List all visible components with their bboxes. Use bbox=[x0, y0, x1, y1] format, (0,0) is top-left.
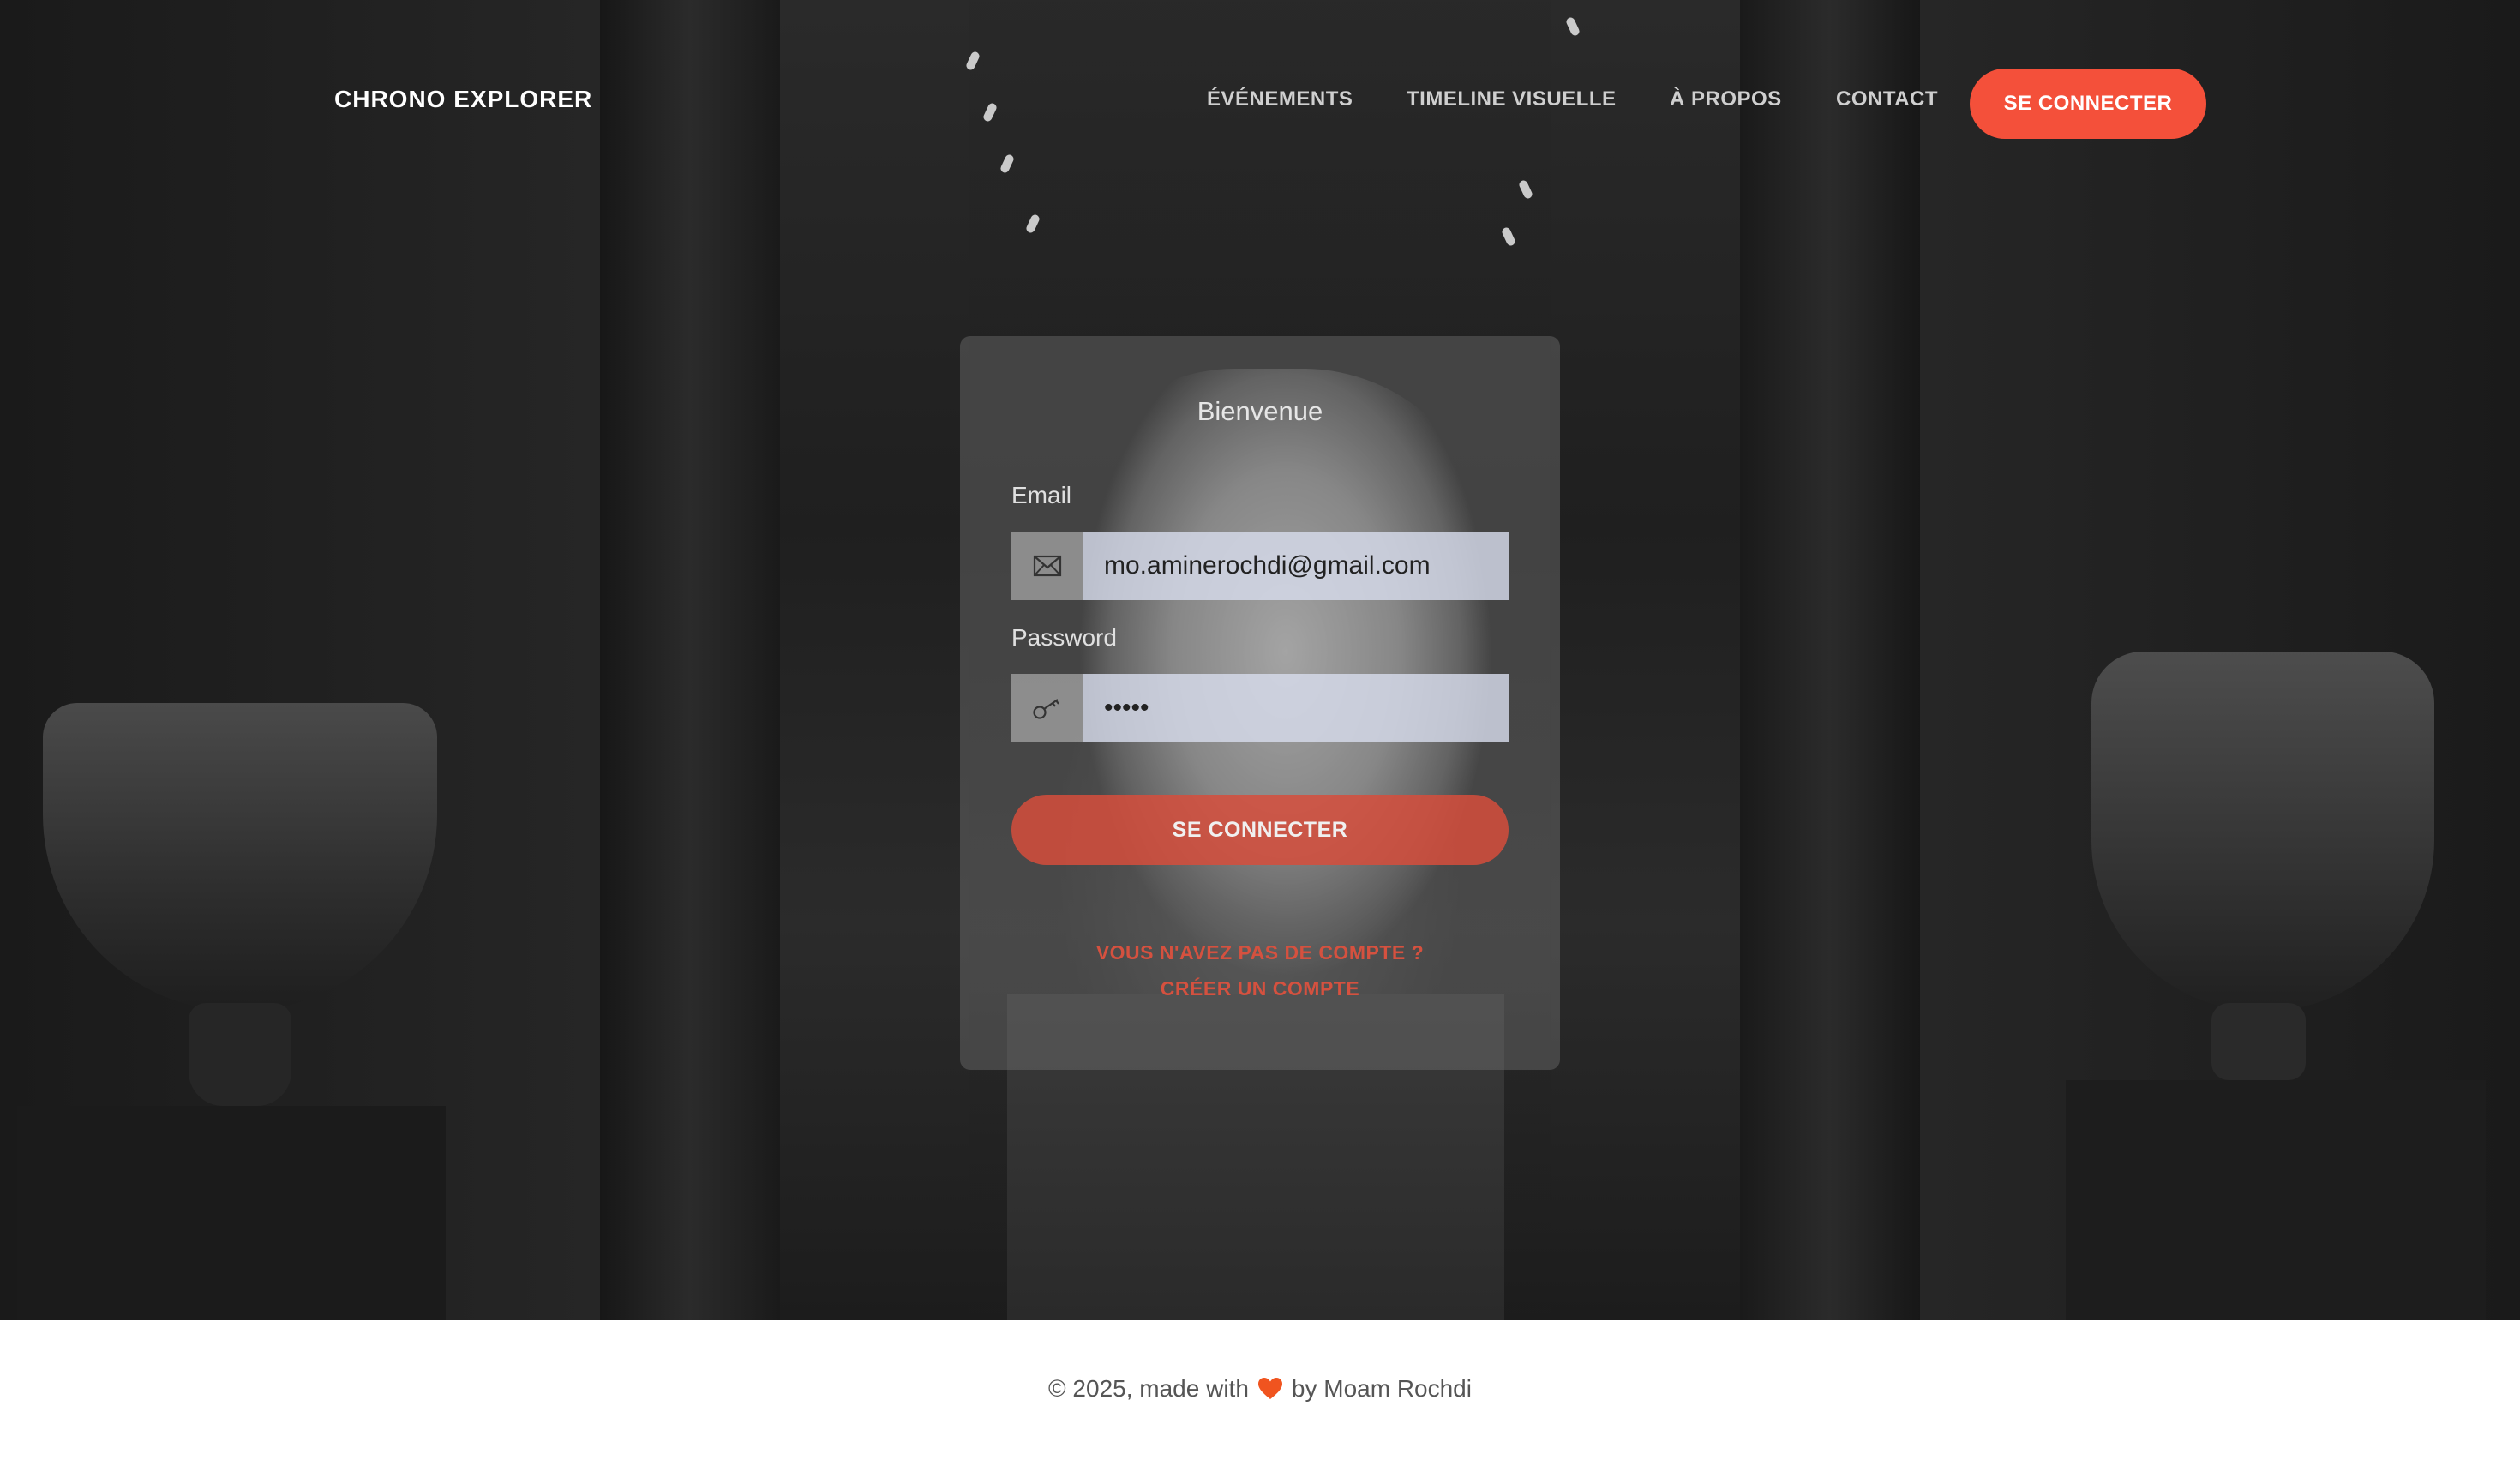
email-input[interactable] bbox=[1083, 532, 1509, 600]
plinth-right bbox=[2066, 1080, 2486, 1320]
login-card: Bienvenue Email Password SE CONNECTER VO… bbox=[960, 336, 1560, 1070]
signup-question: VOUS N'AVEZ PAS DE COMPTE ? bbox=[1095, 941, 1425, 964]
heart-icon bbox=[1257, 1377, 1283, 1406]
nav-link-a-propos[interactable]: À PROPOS bbox=[1670, 87, 1782, 111]
brand-logo[interactable]: CHRONO EXPLORER bbox=[334, 86, 592, 113]
nav-link-evenements[interactable]: ÉVÉNEMENTS bbox=[1207, 87, 1353, 111]
create-account-link[interactable]: VOUS N'AVEZ PAS DE COMPTE ? CRÉER UN COM… bbox=[960, 934, 1560, 1006]
signup-action: CRÉER UN COMPTE bbox=[1160, 977, 1360, 1000]
email-label: Email bbox=[1011, 482, 1072, 508]
login-submit-button[interactable]: SE CONNECTER bbox=[1011, 795, 1509, 865]
password-label: Password bbox=[1011, 624, 1117, 651]
footer: © 2025, made with by Moam Rochdi bbox=[0, 1320, 2520, 1466]
footer-prefix: © 2025, made with bbox=[1048, 1375, 1249, 1402]
nav-link-timeline[interactable]: TIMELINE VISUELLE bbox=[1407, 87, 1617, 111]
footer-credit: © 2025, made with by Moam Rochdi bbox=[0, 1375, 2520, 1406]
navbar: CHRONO EXPLORER ÉVÉNEMENTS TIMELINE VISU… bbox=[0, 0, 2520, 206]
nav-login-button[interactable]: SE CONNECTER bbox=[1970, 69, 2206, 139]
email-input-group bbox=[1011, 532, 1509, 600]
vase-left bbox=[43, 703, 437, 1012]
nav-link-contact[interactable]: CONTACT bbox=[1836, 87, 1938, 111]
vase-right-stem bbox=[2211, 1003, 2306, 1080]
vase-right bbox=[2091, 652, 2434, 1012]
key-icon bbox=[1011, 674, 1083, 742]
vase-left-stem bbox=[189, 1003, 291, 1106]
password-input-group bbox=[1011, 674, 1509, 742]
footer-suffix: by Moam Rochdi bbox=[1291, 1375, 1472, 1402]
password-input[interactable] bbox=[1083, 674, 1509, 742]
plinth-left bbox=[17, 1106, 446, 1320]
login-title: Bienvenue bbox=[1197, 396, 1323, 426]
envelope-icon bbox=[1011, 532, 1083, 600]
